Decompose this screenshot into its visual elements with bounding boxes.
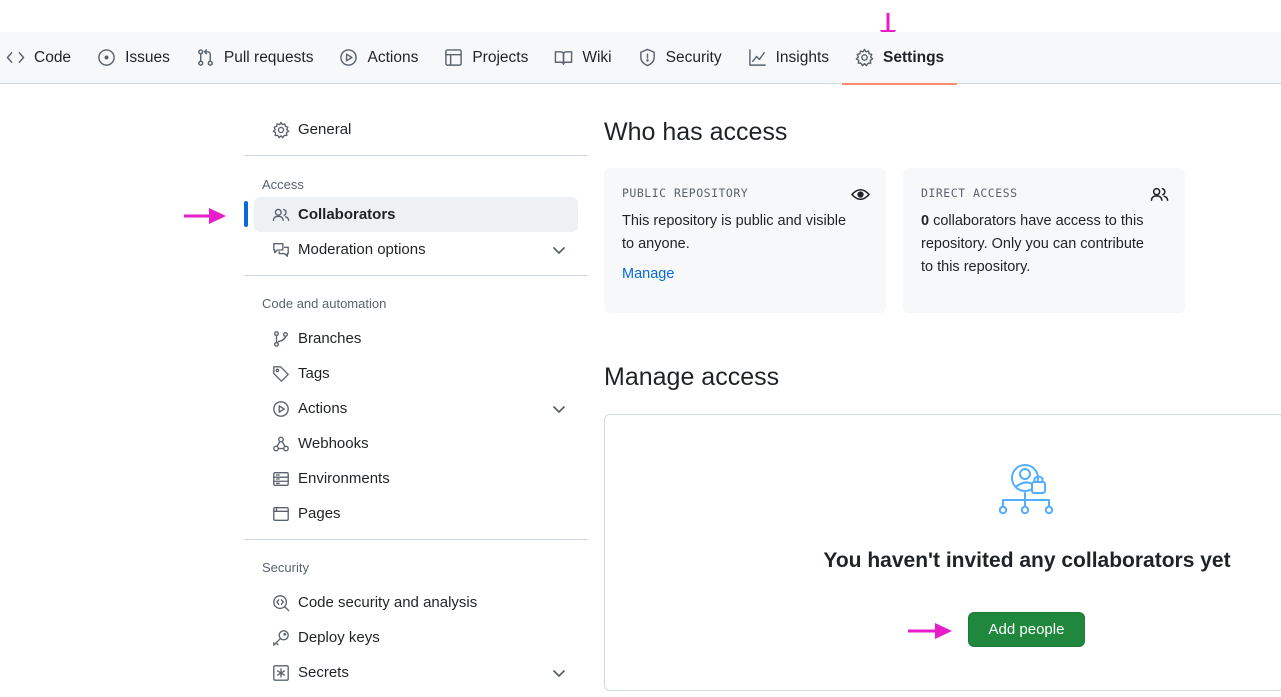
key-asterisk-icon — [273, 664, 289, 681]
tab-wiki-label: Wiki — [582, 48, 612, 66]
card-text-line: to this repository. — [921, 259, 1031, 275]
tab-issues[interactable]: Issues — [84, 32, 183, 84]
empty-state-title: You haven't invited any collaborators ye… — [823, 549, 1231, 572]
book-icon — [555, 51, 573, 65]
sidebar-item-label: Actions — [298, 400, 348, 417]
tab-projects[interactable]: Projects — [431, 32, 541, 84]
card-text-line: 0 collaborators have access to this — [921, 210, 1167, 233]
tab-settings[interactable]: Settings — [842, 32, 958, 85]
play-icon — [273, 400, 289, 417]
chevron-down-icon — [553, 406, 565, 413]
tab-projects-label: Projects — [472, 48, 529, 66]
sidebar-item-label: Moderation options — [298, 241, 426, 258]
sidebar-item-label: Branches — [298, 330, 362, 347]
sidebar-item-tags[interactable]: Tags — [254, 356, 578, 391]
card-text: collaborators have access to this — [929, 213, 1144, 229]
sidebar-item-label: Deploy keys — [298, 629, 380, 646]
code-icon — [6, 52, 25, 63]
selected-indicator — [244, 201, 248, 227]
card-text-line: This repository is public and visible — [622, 213, 847, 229]
play-icon — [340, 49, 358, 66]
sidebar-item-secrets[interactable]: Secrets — [254, 655, 578, 690]
tab-code[interactable]: Code — [0, 32, 84, 84]
tab-pull-requests[interactable]: Pull requests — [183, 32, 327, 84]
sidebar-item-collaborators[interactable]: Collaborators — [254, 197, 578, 232]
card-text-line: repository. Only you can contribute — [921, 236, 1144, 252]
people-icon — [272, 208, 290, 221]
manage-access-panel: You haven't invited any collaborators ye… — [604, 414, 1281, 691]
tab-security-label: Security — [665, 48, 722, 66]
chevron-down-icon — [553, 247, 565, 254]
chevron-down-icon — [553, 670, 565, 677]
tab-wiki[interactable]: Wiki — [541, 32, 624, 84]
browser-icon — [273, 506, 289, 521]
sidebar-item-code-security[interactable]: Code security and analysis — [254, 585, 578, 620]
annotation-arrow-add-people — [908, 621, 954, 641]
tab-code-label: Code — [34, 48, 72, 66]
card-text-line: to anyone. — [622, 236, 690, 252]
sidebar-heading-access: Access — [262, 177, 304, 192]
public-repository-card: PUBLIC REPOSITORY This repository is pub… — [604, 168, 886, 313]
sidebar-divider — [244, 539, 588, 540]
person-lock-network-icon — [999, 464, 1054, 515]
sidebar-item-pages[interactable]: Pages — [254, 496, 578, 531]
tab-insights-label: Insights — [775, 48, 830, 66]
annotation-arrow-collaborators — [184, 206, 228, 226]
table-icon — [445, 49, 463, 66]
sidebar-item-branches[interactable]: Branches — [254, 321, 578, 356]
tab-insights[interactable]: Insights — [735, 32, 842, 84]
codescan-icon — [273, 594, 290, 611]
sidebar-item-environments[interactable]: Environments — [254, 461, 578, 496]
sidebar-divider — [244, 155, 588, 156]
sidebar-item-label: Environments — [298, 470, 390, 487]
sidebar-item-deploy-keys[interactable]: Deploy keys — [254, 620, 578, 655]
tab-issues-label: Issues — [125, 48, 170, 66]
sidebar-item-label: General — [298, 121, 352, 138]
manage-access-title: Manage access — [604, 363, 780, 391]
sidebar-item-label: Code security and analysis — [298, 594, 478, 611]
gear-icon — [272, 121, 290, 138]
who-has-access-title: Who has access — [604, 118, 788, 146]
graph-icon — [748, 49, 766, 66]
sidebar-divider — [244, 275, 588, 276]
sidebar-item-webhooks[interactable]: Webhooks — [254, 426, 578, 461]
git-pull-request-icon — [198, 49, 213, 66]
tab-settings-label: Settings — [883, 48, 945, 66]
shield-icon — [639, 48, 655, 67]
card-title: PUBLIC REPOSITORY — [622, 186, 749, 200]
sidebar-heading-code-automation: Code and automation — [262, 296, 387, 311]
card-title: DIRECT ACCESS — [921, 186, 1018, 200]
tab-security[interactable]: Security — [625, 32, 735, 84]
sidebar-item-label: Pages — [298, 505, 341, 522]
server-icon — [273, 471, 289, 486]
webhook-icon — [273, 436, 289, 451]
gear-icon — [855, 48, 874, 67]
git-branch-icon — [274, 330, 288, 347]
settings-sidebar: General Access Collaborators Moderation … — [244, 104, 588, 690]
key-icon — [273, 629, 289, 646]
tab-pull-requests-label: Pull requests — [223, 48, 314, 66]
direct-access-card: DIRECT ACCESS 0 collaborators have acces… — [903, 168, 1185, 313]
comment-discussion-icon — [273, 242, 289, 257]
collaborator-count: 0 — [921, 213, 930, 229]
tag-icon — [273, 365, 289, 382]
tab-actions-label: Actions — [367, 48, 419, 66]
tab-actions[interactable]: Actions — [326, 32, 431, 84]
sidebar-item-label: Tags — [298, 365, 330, 382]
people-icon — [1150, 187, 1169, 201]
sidebar-item-general[interactable]: General — [254, 112, 578, 147]
sidebar-item-label: Webhooks — [298, 435, 369, 452]
add-people-button[interactable]: Add people — [968, 612, 1085, 647]
sidebar-item-actions[interactable]: Actions — [254, 391, 578, 426]
sidebar-item-label: Collaborators — [298, 206, 396, 223]
sidebar-item-label: Secrets — [298, 664, 349, 681]
sidebar-heading-security: Security — [262, 560, 309, 575]
manage-link[interactable]: Manage — [622, 266, 674, 282]
eye-icon — [851, 188, 870, 201]
issue-opened-icon — [98, 49, 115, 66]
sidebar-item-moderation-options[interactable]: Moderation options — [254, 232, 578, 267]
repo-navigation: Code Issues Pull requests Actions Projec… — [0, 32, 1281, 85]
